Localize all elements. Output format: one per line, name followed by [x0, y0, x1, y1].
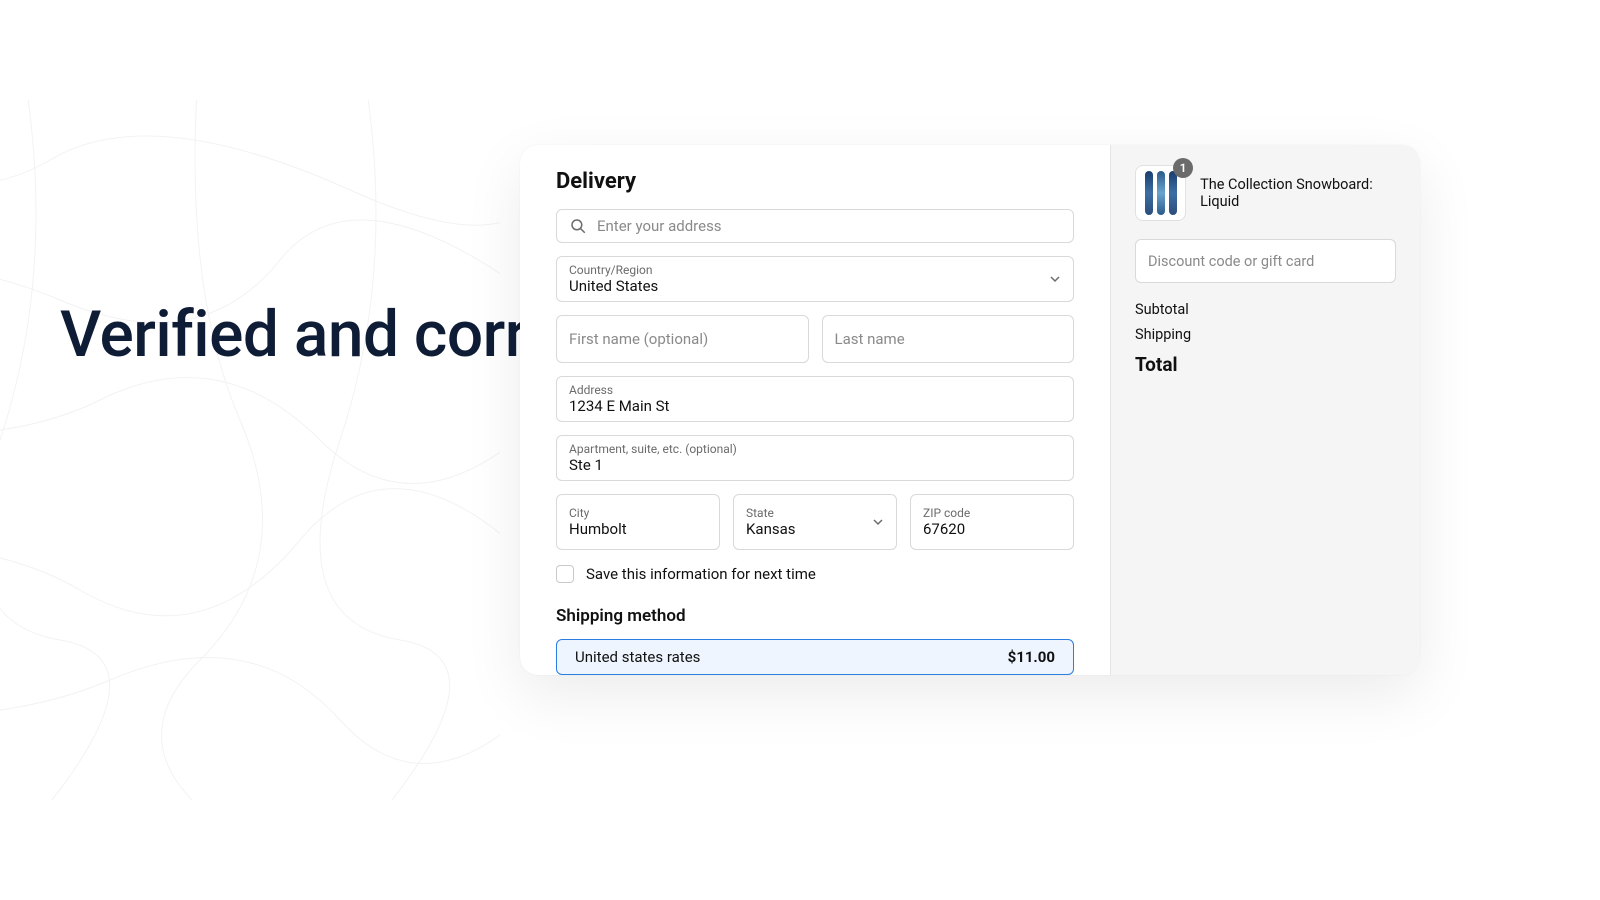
order-summary: 1 The Collection Snowboard: Liquid Disco…	[1110, 145, 1420, 675]
first-name-placeholder: First name (optional)	[569, 330, 708, 348]
checkout-card: Delivery Enter your address Country/Regi…	[520, 145, 1420, 675]
country-select[interactable]: Country/Region United States	[556, 256, 1074, 302]
address-search-input[interactable]: Enter your address	[556, 209, 1074, 243]
map-background	[0, 100, 500, 800]
state-select[interactable]: State Kansas	[733, 494, 897, 550]
save-info-row[interactable]: Save this information for next time	[556, 565, 1074, 583]
save-info-label: Save this information for next time	[586, 565, 816, 583]
country-label: Country/Region	[569, 263, 653, 277]
search-icon	[569, 217, 587, 235]
delivery-form: Delivery Enter your address Country/Regi…	[520, 145, 1110, 675]
apartment-label: Apartment, suite, etc. (optional)	[569, 442, 737, 456]
total-label: Total	[1135, 353, 1396, 376]
shipping-summary-label: Shipping	[1135, 326, 1396, 343]
first-name-input[interactable]: First name (optional)	[556, 315, 809, 363]
product-name: The Collection Snowboard: Liquid	[1200, 176, 1396, 210]
zip-value: 67620	[923, 520, 965, 538]
shipping-rate-option[interactable]: United states rates $11.00	[556, 639, 1074, 675]
country-value: United States	[569, 277, 658, 295]
last-name-placeholder: Last name	[835, 330, 905, 348]
apartment-input[interactable]: Apartment, suite, etc. (optional) Ste 1	[556, 435, 1074, 481]
save-info-checkbox[interactable]	[556, 565, 574, 583]
address-label: Address	[569, 383, 613, 397]
chevron-down-icon	[1049, 273, 1061, 285]
state-value: Kansas	[746, 520, 796, 538]
shipping-rate-price: $11.00	[1008, 648, 1055, 666]
address-search-placeholder: Enter your address	[597, 217, 722, 235]
apartment-value: Ste 1	[569, 456, 603, 474]
zip-input[interactable]: ZIP code 67620	[910, 494, 1074, 550]
chevron-down-icon	[872, 516, 884, 528]
address-input[interactable]: Address 1234 E Main St	[556, 376, 1074, 422]
city-value: Humbolt	[569, 520, 627, 538]
discount-placeholder: Discount code or gift card	[1148, 253, 1314, 270]
city-label: City	[569, 506, 589, 520]
last-name-input[interactable]: Last name	[822, 315, 1075, 363]
address-value: 1234 E Main St	[569, 397, 669, 415]
shipping-method-title: Shipping method	[556, 606, 1074, 626]
cart-line-item: 1 The Collection Snowboard: Liquid	[1135, 165, 1396, 221]
subtotal-label: Subtotal	[1135, 301, 1396, 318]
zip-label: ZIP code	[923, 506, 970, 520]
state-label: State	[746, 506, 774, 520]
discount-input[interactable]: Discount code or gift card	[1135, 239, 1396, 283]
shipping-rate-name: United states rates	[575, 648, 700, 666]
city-input[interactable]: City Humbolt	[556, 494, 720, 550]
product-thumbnail: 1	[1135, 165, 1186, 221]
delivery-title: Delivery	[556, 169, 1074, 194]
quantity-badge: 1	[1173, 158, 1193, 178]
